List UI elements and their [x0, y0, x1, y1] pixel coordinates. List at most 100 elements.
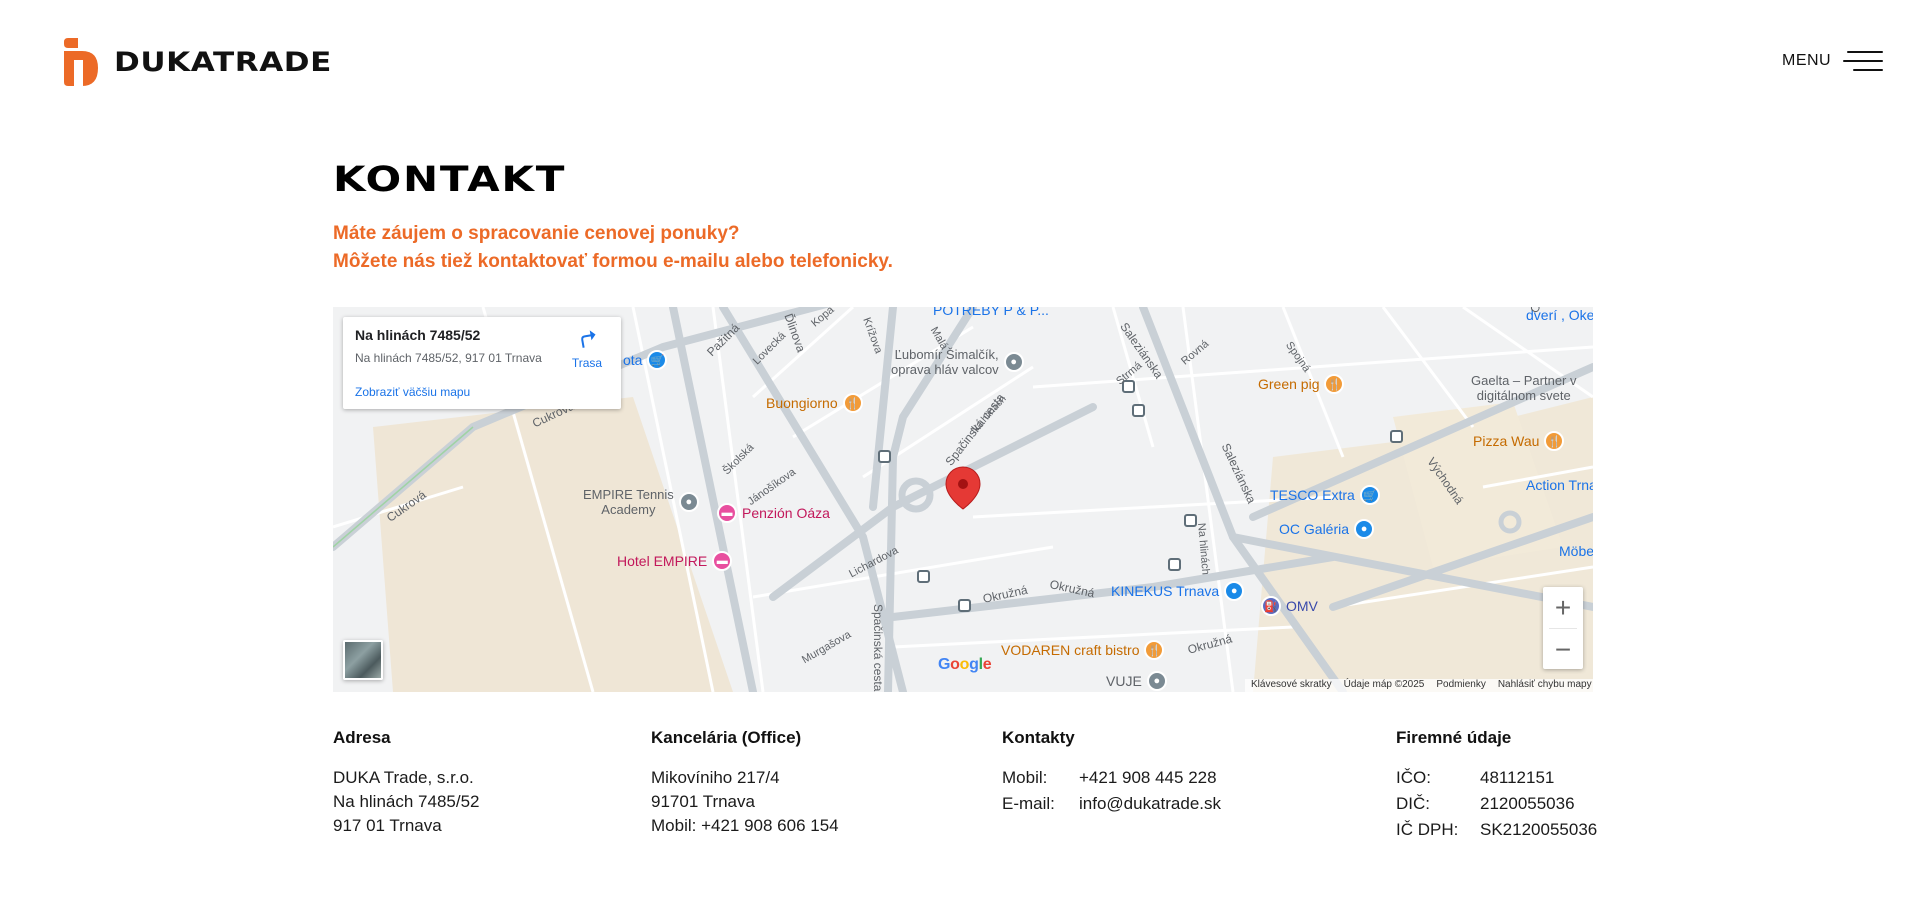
google-logo: Google: [938, 656, 992, 674]
poi-pizza-wau-label: Pizza Wau: [1473, 433, 1540, 449]
brand-logo[interactable]: DUKATRADE: [64, 38, 331, 86]
fuel-icon: ⛽: [1261, 596, 1281, 616]
poi-ota[interactable]: ota 🛒: [623, 350, 668, 370]
contact-label: E-mail:: [1002, 794, 1055, 813]
keyboard-shortcuts-link[interactable]: Klávesové skratky: [1251, 679, 1332, 692]
map-attribution: Klávesové skratky Údaje máp ©2025 Podmie…: [1245, 679, 1593, 692]
poi-tesco-label: TESCO Extra: [1270, 487, 1355, 503]
map-data-text: Údaje máp ©2025: [1343, 679, 1425, 690]
poi-vodaren[interactable]: VODAREN craft bistro 🍴: [1001, 640, 1165, 660]
company-label: IČ DPH:: [1396, 820, 1459, 839]
directions-icon: [581, 330, 596, 348]
office-heading: Kancelária (Office): [651, 728, 802, 747]
zoom-in-button[interactable]: +: [1543, 587, 1583, 628]
poi-potreby-label: POTREBY P & P...: [933, 307, 1049, 318]
restaurant-icon: 🍴: [1144, 640, 1165, 660]
contact-mobile-value[interactable]: +421 908 445 228: [1079, 766, 1217, 790]
company-heading: Firemné údaje: [1396, 728, 1512, 747]
company-row-dic: DIČ: 2120055036: [1396, 792, 1597, 816]
poi-mobe[interactable]: Möbe: [1559, 543, 1593, 559]
zoom-controls: + −: [1543, 587, 1583, 669]
shopping-cart-icon: 🛒: [647, 350, 668, 370]
satellite-toggle-button[interactable]: [343, 640, 383, 680]
company-row-icdph: IČ DPH: SK2120055036: [1396, 818, 1597, 842]
poi-empire-tennis[interactable]: EMPIRE Tennis Academy ●: [583, 487, 699, 517]
page-title: KONTAKT: [333, 160, 567, 200]
company-value: 2120055036: [1480, 794, 1575, 813]
shopping-bag-icon: ●: [1354, 519, 1375, 539]
zoom-out-button[interactable]: −: [1543, 629, 1583, 670]
hotel-icon: ▬: [717, 503, 737, 523]
poi-hotel-empire-label: Hotel EMPIRE: [617, 553, 708, 569]
company-column: Firemné údaje IČO: 48112151 DIČ: 2120055…: [1396, 726, 1597, 842]
restaurant-icon: 🍴: [842, 393, 863, 413]
landmark-icon: ●: [1146, 671, 1167, 691]
address-heading: Adresa: [333, 728, 391, 747]
address-line: DUKA Trade, s.r.o.: [333, 768, 474, 787]
company-label: DIČ:: [1396, 794, 1430, 813]
poi-vuje[interactable]: VUJE ●: [1106, 671, 1167, 691]
poi-gaelta[interactable]: Gaelta – Partner v digitálnom svete: [1471, 373, 1577, 403]
poi-buongiorno-label: Buongiorno: [766, 395, 838, 411]
street-label: Spačinská cesta: [871, 604, 885, 692]
directions-button[interactable]: Trasa: [565, 327, 609, 370]
office-phone[interactable]: Mobil: +421 908 606 154: [651, 814, 839, 838]
contact-row-email: E-mail: info@dukatrade.sk: [1002, 792, 1221, 816]
poi-green-pig[interactable]: Green pig 🍴: [1258, 374, 1345, 394]
google-logo-text: Google: [938, 656, 992, 673]
poi-oc-galeria-label: OC Galéria: [1279, 521, 1350, 537]
contacts-heading: Kontakty: [1002, 728, 1075, 747]
info-card-title: Na hlinách 7485/52: [355, 327, 481, 343]
poi-kinekus[interactable]: KINEKUS Trnava ●: [1111, 581, 1245, 601]
brand-name: DUKATRADE: [114, 46, 332, 78]
poi-potreby[interactable]: POTREBY P & P...: [933, 307, 1049, 318]
poi-gaelta-line2: digitálnom svete: [1476, 388, 1571, 403]
restaurant-icon: 🍴: [1544, 431, 1565, 451]
logo-mark-icon: [64, 38, 98, 86]
poi-penzion-oaza[interactable]: ▬ Penzión Oáza: [717, 503, 830, 523]
poi-omv[interactable]: ⛽ OMV: [1261, 596, 1318, 616]
poi-sima[interactable]: Ľubomír Šimalčík, oprava hláv valcov ●: [891, 347, 1024, 377]
contact-label: Mobil:: [1002, 768, 1048, 787]
poi-tesco[interactable]: TESCO Extra 🛒: [1270, 485, 1380, 505]
poi-penzion-label: Penzión Oáza: [742, 505, 830, 521]
embedded-map[interactable]: Ľubomír Šimalčík, oprava hláv valcov ● G…: [333, 307, 1593, 692]
poi-pizza-wau[interactable]: Pizza Wau 🍴: [1473, 431, 1565, 451]
report-error-link[interactable]: Nahlásiť chybu mapy: [1498, 679, 1592, 692]
poi-omv-label: OMV: [1286, 598, 1318, 614]
poi-empire-tennis-line2: Academy: [601, 502, 656, 517]
company-value: 48112151: [1480, 768, 1555, 787]
poi-gaelta-line1: Gaelta – Partner v: [1471, 373, 1577, 388]
poi-empire-tennis-line1: EMPIRE Tennis: [583, 487, 674, 502]
company-row-ico: IČO: 48112151: [1396, 766, 1597, 790]
company-value: SK2120055036: [1480, 820, 1598, 839]
poi-vodaren-label: VODAREN craft bistro: [1001, 642, 1140, 658]
shopping-bag-icon: ●: [1224, 581, 1245, 601]
poi-sima-name: Ľubomír Šimalčík,: [894, 347, 999, 362]
poi-green-pig-label: Green pig: [1258, 376, 1320, 392]
poi-vuje-label: VUJE: [1106, 673, 1142, 689]
poi-sima-sub: oprava hláv valcov: [891, 362, 999, 377]
office-line: 91701 Trnava: [651, 792, 755, 811]
menu-label: MENU: [1782, 52, 1832, 69]
terms-link[interactable]: Podmienky: [1436, 679, 1485, 692]
view-larger-map-link[interactable]: Zobraziť väčšiu mapu: [355, 385, 470, 399]
office-column: Kancelária (Office) Mikovíniho 217/4 917…: [651, 726, 839, 838]
poi-hotel-empire[interactable]: Hotel EMPIRE ▬: [617, 551, 733, 571]
info-card-address: Na hlinách 7485/52, 917 01 Trnava: [355, 351, 542, 365]
poi-kinekus-label: KINEKUS Trnava: [1111, 583, 1220, 599]
poi-mobe-label: Möbe: [1559, 543, 1593, 559]
subtitle-line-1: Máte záujem o spracovanie cenovej ponuky…: [333, 223, 740, 244]
contact-email-value[interactable]: info@dukatrade.sk: [1079, 792, 1221, 816]
poi-buongiorno[interactable]: Buongiorno 🍴: [766, 393, 863, 413]
poi-action[interactable]: Action Trna: [1526, 477, 1593, 493]
hotel-icon: ▬: [712, 551, 733, 571]
address-line: Na hlinách 7485/52: [333, 792, 480, 811]
menu-button[interactable]: MENU: [1782, 48, 1884, 74]
address-line: 917 01 Trnava: [333, 816, 442, 835]
shopping-cart-icon: 🛒: [1359, 485, 1380, 505]
company-label: IČO:: [1396, 768, 1431, 787]
poi-oc-galeria[interactable]: OC Galéria ●: [1279, 519, 1375, 539]
contact-row-mobile: Mobil: +421 908 445 228: [1002, 766, 1221, 790]
subtitle-line-2: Môžete nás tiež kontaktovať formou e-mai…: [333, 251, 893, 272]
